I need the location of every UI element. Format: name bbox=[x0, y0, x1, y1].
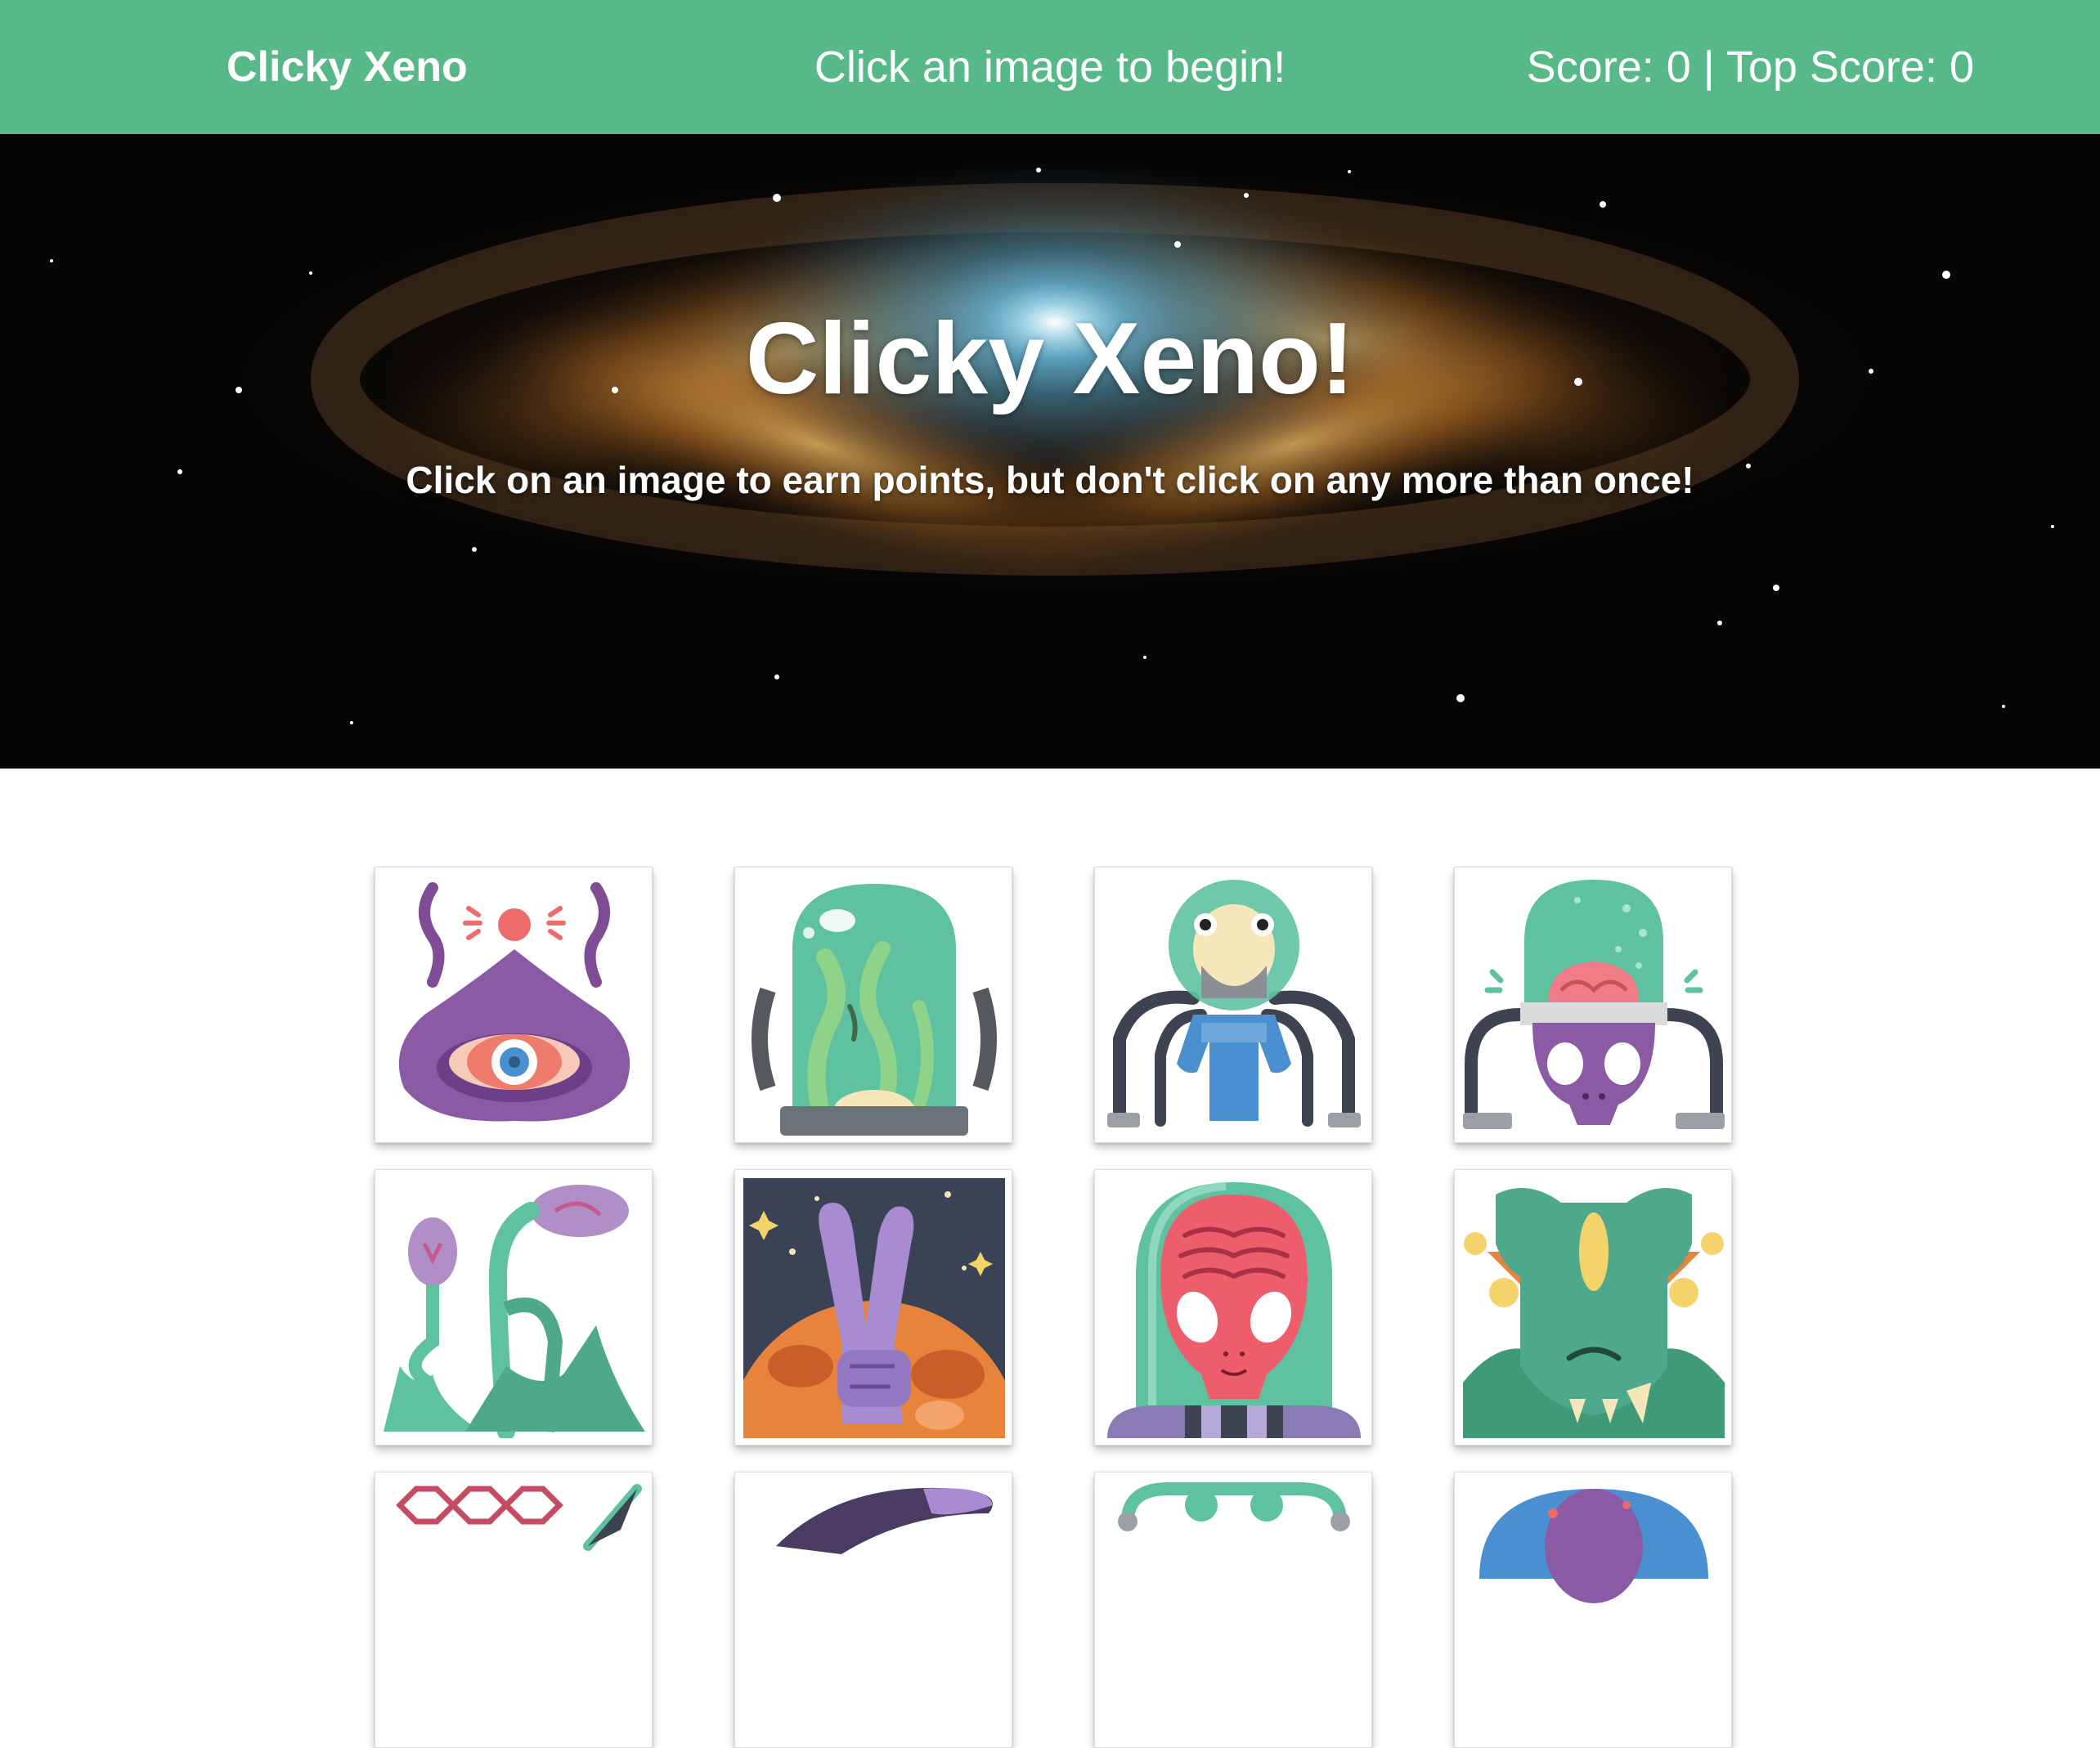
alien-card-3[interactable] bbox=[1094, 867, 1372, 1143]
purple-cyclops-alien-icon bbox=[398, 882, 630, 1122]
alien-card-4[interactable] bbox=[1454, 867, 1732, 1143]
alien-card-7[interactable] bbox=[1094, 1169, 1372, 1445]
brain-dome-skull-alien-icon bbox=[1463, 880, 1725, 1129]
alien-plants-icon bbox=[384, 1185, 645, 1438]
alien-hand-planet-icon bbox=[743, 1178, 1005, 1438]
alien-card-2[interactable] bbox=[734, 867, 1012, 1143]
hero-subtitle: Click on an image to earn points, but do… bbox=[406, 459, 1694, 501]
alien-card-11[interactable] bbox=[1094, 1472, 1372, 1748]
green-goggles-alien-icon bbox=[1118, 1482, 1350, 1531]
nebula-background-image bbox=[0, 134, 2100, 769]
alien-card-6[interactable] bbox=[734, 1169, 1012, 1445]
alien-in-jar-icon bbox=[752, 884, 997, 1136]
score-display: Score: 0 | Top Score: 0 bbox=[1526, 43, 1974, 92]
dark-tentacle-alien-icon bbox=[776, 1487, 993, 1554]
alien-card-1[interactable] bbox=[375, 867, 653, 1143]
alien-card-10[interactable] bbox=[734, 1472, 1012, 1748]
hexagon-alien-icon bbox=[396, 1484, 642, 1551]
navbar: Clicky Xeno Click an image to begin! Sco… bbox=[0, 0, 2100, 134]
alien-card-9[interactable] bbox=[375, 1472, 653, 1748]
hero-banner: Clicky Xeno! Click on an image to earn p… bbox=[0, 134, 2100, 769]
alien-card-12[interactable] bbox=[1454, 1472, 1732, 1748]
alien-card-8[interactable] bbox=[1454, 1169, 1732, 1445]
alien-card-5[interactable] bbox=[375, 1169, 653, 1445]
red-alien-helmet-icon bbox=[1107, 1182, 1361, 1438]
green-horned-alien-icon bbox=[1463, 1188, 1725, 1438]
blue-dome-alien-icon bbox=[1479, 1489, 1708, 1603]
hero-title: Clicky Xeno! bbox=[745, 303, 1355, 415]
octopus-astronaut-alien-icon bbox=[1107, 880, 1361, 1127]
